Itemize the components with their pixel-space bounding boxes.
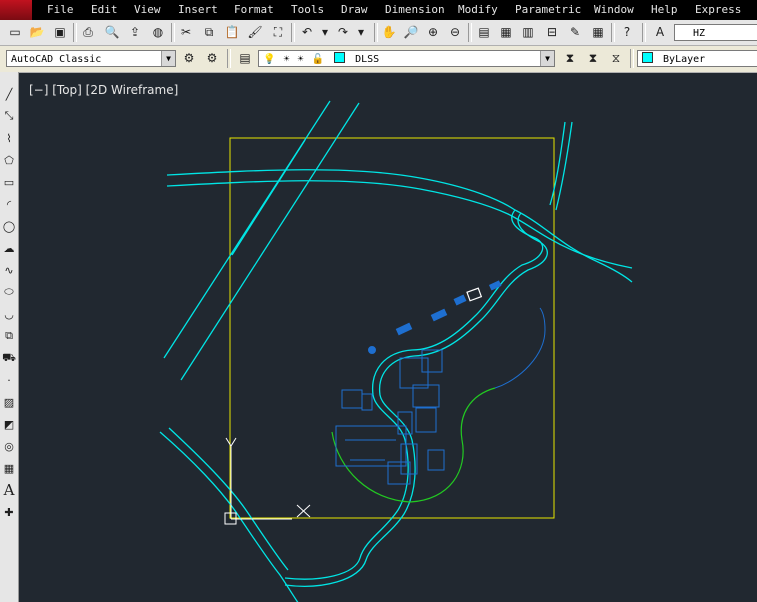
diagonal-roads — [163, 100, 360, 381]
east-road — [549, 121, 573, 211]
small-structure-markers — [368, 280, 502, 354]
site-boundary-rectangle — [229, 137, 555, 519]
blue-path-line — [494, 307, 546, 389]
main-road — [166, 169, 633, 283]
selected-marker — [466, 287, 483, 302]
building-footprints — [335, 349, 445, 485]
ucs-icon — [224, 437, 311, 525]
drawing-canvas[interactable] — [0, 0, 757, 602]
winding-road — [284, 209, 548, 587]
